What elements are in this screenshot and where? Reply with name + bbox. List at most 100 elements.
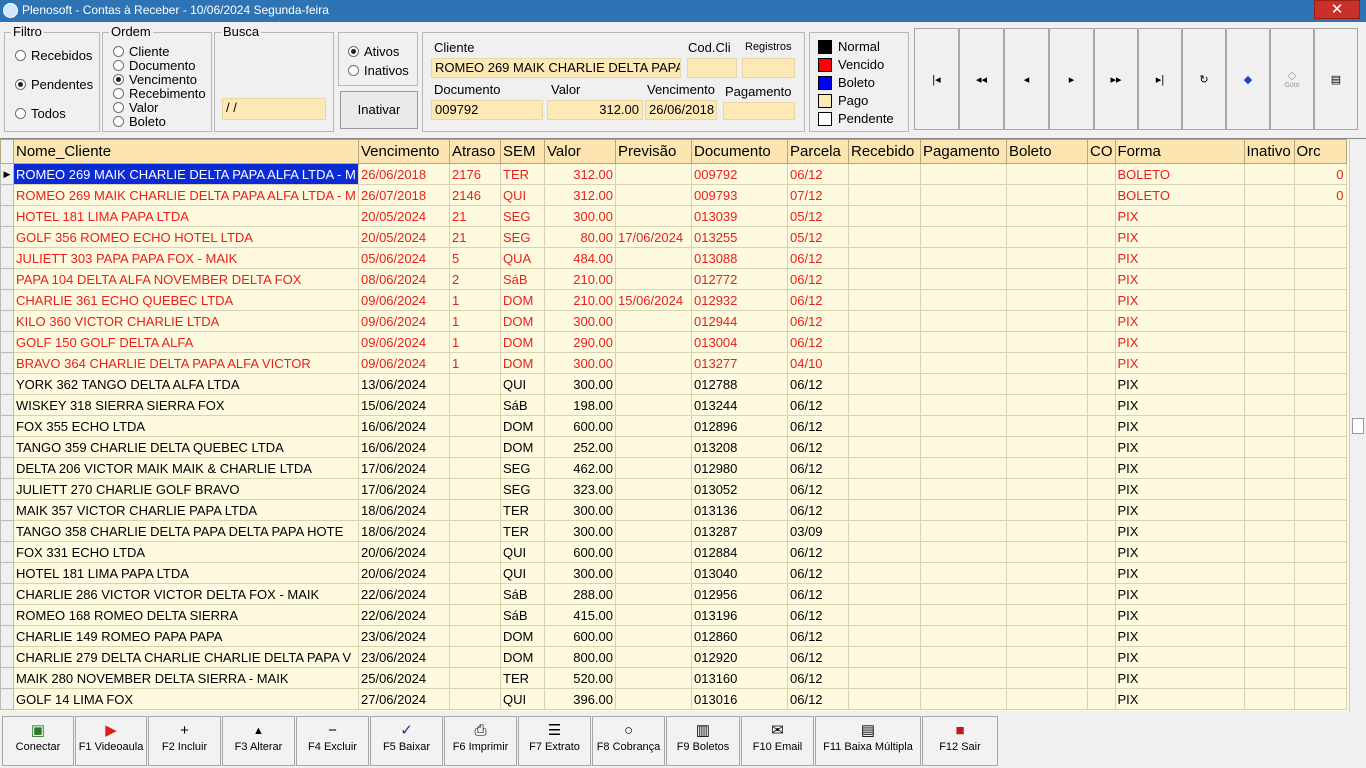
table-row[interactable]: HOTEL 181 LIMA PAPA LTDA 20/05/2024 21 SEG 3… [0, 205, 1347, 227]
table-cell[interactable]: FOX 331 ECHO LTDA [13, 541, 359, 563]
table-cell[interactable] [1293, 499, 1347, 521]
table-cell[interactable] [1087, 394, 1116, 416]
table-cell[interactable] [1006, 247, 1088, 269]
table-cell[interactable]: 462.00 [544, 457, 616, 479]
table-cell[interactable]: 012944 [691, 310, 788, 332]
table-cell[interactable] [920, 226, 1007, 248]
table-row[interactable]: GOLF 150 GOLF DELTA ALFA 09/06/2024 1 DOM 29… [0, 331, 1347, 353]
table-cell[interactable] [1087, 562, 1116, 584]
table-cell[interactable] [615, 163, 692, 185]
table-cell[interactable]: 06/12 [787, 268, 849, 290]
table-cell[interactable]: 2176 [449, 163, 501, 185]
table-cell[interactable]: 06/12 [787, 457, 849, 479]
row-indicator[interactable] [0, 688, 14, 710]
table-cell[interactable]: 300.00 [544, 373, 616, 395]
nav-clear-button[interactable]: ◆ [1226, 28, 1270, 130]
table-cell[interactable] [1293, 520, 1347, 542]
table-cell[interactable] [1006, 457, 1088, 479]
table-cell[interactable] [1243, 604, 1295, 626]
table-cell[interactable] [449, 625, 501, 647]
row-indicator[interactable] [0, 562, 14, 584]
table-row[interactable]: DELTA 206 VICTOR MAIK MAIK & CHARLIE LTD… [0, 457, 1347, 479]
table-cell[interactable] [1293, 541, 1347, 563]
table-cell[interactable]: 012884 [691, 541, 788, 563]
table-cell[interactable] [615, 478, 692, 500]
ordem-documento[interactable]: Documento [113, 58, 195, 73]
table-row[interactable]: CHARLIE 361 ECHO QUEBEC LTDA 09/06/2024 1 D… [0, 289, 1347, 311]
table-cell[interactable] [1243, 499, 1295, 521]
row-indicator[interactable] [0, 289, 14, 311]
table-cell[interactable]: 06/12 [787, 310, 849, 332]
table-cell[interactable] [848, 478, 921, 500]
table-cell[interactable] [1293, 562, 1347, 584]
table-cell[interactable] [848, 331, 921, 353]
table-cell[interactable]: 520.00 [544, 667, 616, 689]
table-row[interactable]: ▶ ROMEO 269 MAIK CHARLIE DELTA PAPA ALFA … [0, 163, 1347, 185]
table-row[interactable]: ROMEO 168 ROMEO DELTA SIERRA 22/06/2024 Sá… [0, 604, 1347, 626]
table-cell[interactable] [1087, 478, 1116, 500]
baixar-button[interactable]: ✓ F5 Baixar [370, 716, 443, 766]
table-cell[interactable] [848, 646, 921, 668]
column-header[interactable]: Orc [1293, 139, 1347, 164]
table-cell[interactable]: 06/12 [787, 289, 849, 311]
table-cell[interactable]: PIX [1114, 373, 1245, 395]
table-cell[interactable]: 484.00 [544, 247, 616, 269]
table-cell[interactable]: 17/06/2024 [358, 457, 450, 479]
table-cell[interactable] [615, 520, 692, 542]
table-cell[interactable] [848, 415, 921, 437]
table-cell[interactable] [615, 499, 692, 521]
table-cell[interactable] [848, 373, 921, 395]
table-cell[interactable]: PIX [1114, 436, 1245, 458]
table-cell[interactable] [848, 289, 921, 311]
table-cell[interactable] [1243, 520, 1295, 542]
table-cell[interactable] [1243, 583, 1295, 605]
table-cell[interactable] [920, 499, 1007, 521]
table-cell[interactable] [920, 163, 1007, 185]
table-cell[interactable]: HOTEL 181 LIMA PAPA LTDA [13, 205, 359, 227]
table-cell[interactable]: 21 [449, 205, 501, 227]
row-indicator[interactable] [0, 373, 14, 395]
row-indicator[interactable] [0, 268, 14, 290]
table-row[interactable]: HOTEL 181 LIMA PAPA LTDA 20/06/2024 QUI 300… [0, 562, 1347, 584]
table-cell[interactable]: JULIETT 303 PAPA PAPA FOX - MAIK [13, 247, 359, 269]
table-cell[interactable] [615, 667, 692, 689]
table-cell[interactable]: 06/12 [787, 562, 849, 584]
table-cell[interactable]: 600.00 [544, 415, 616, 437]
table-cell[interactable]: 20/06/2024 [358, 541, 450, 563]
table-cell[interactable] [1243, 541, 1295, 563]
table-cell[interactable]: DOM [500, 436, 545, 458]
row-indicator[interactable] [0, 436, 14, 458]
table-cell[interactable]: PIX [1114, 583, 1245, 605]
table-cell[interactable] [615, 268, 692, 290]
table-cell[interactable]: DOM [500, 646, 545, 668]
table-cell[interactable]: 312.00 [544, 163, 616, 185]
table-cell[interactable]: CHARLIE 361 ECHO QUEBEC LTDA [13, 289, 359, 311]
table-cell[interactable]: 013287 [691, 520, 788, 542]
conectar-button[interactable]: ▣ Conectar [2, 716, 74, 766]
table-cell[interactable]: 0 [1293, 184, 1347, 206]
table-cell[interactable]: SEG [500, 457, 545, 479]
close-button[interactable]: ✕ [1314, 0, 1360, 19]
table-cell[interactable]: SEG [500, 478, 545, 500]
row-indicator[interactable] [0, 583, 14, 605]
table-cell[interactable]: 06/12 [787, 688, 849, 710]
boletos-button[interactable]: ▥ F9 Boletos [666, 716, 740, 766]
table-cell[interactable]: 06/12 [787, 625, 849, 647]
table-cell[interactable] [449, 436, 501, 458]
status-ativos[interactable]: Ativos [348, 44, 399, 59]
table-cell[interactable] [449, 499, 501, 521]
table-cell[interactable]: 06/12 [787, 163, 849, 185]
table-cell[interactable]: 396.00 [544, 688, 616, 710]
receivables-grid[interactable]: Nome_Cliente Vencimento Atraso SEM Valor Prev… [0, 138, 1366, 712]
table-cell[interactable] [1006, 205, 1088, 227]
table-cell[interactable] [920, 562, 1007, 584]
table-cell[interactable] [1006, 688, 1088, 710]
table-cell[interactable] [615, 541, 692, 563]
nav-prior-page-button[interactable]: ◂◂ [959, 28, 1004, 130]
table-cell[interactable] [848, 562, 921, 584]
table-cell[interactable] [1087, 205, 1116, 227]
table-cell[interactable]: SáB [500, 394, 545, 416]
documento-field[interactable]: 009792 [431, 100, 543, 120]
table-cell[interactable]: 300.00 [544, 520, 616, 542]
table-cell[interactable]: CHARLIE 149 ROMEO PAPA PAPA [13, 625, 359, 647]
